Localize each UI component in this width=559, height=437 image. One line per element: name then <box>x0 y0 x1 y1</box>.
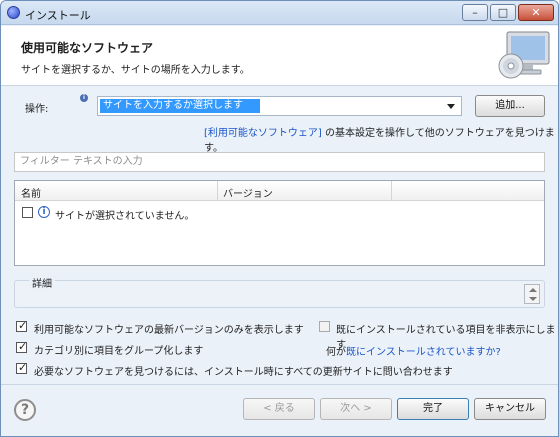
page-title: 使用可能なソフトウェア <box>21 41 154 55</box>
available-software-link[interactable]: [利用可能なソフトウェア] <box>204 128 322 139</box>
site-combo-value: サイトを入力するか選択します <box>100 99 260 113</box>
whats-installed-link[interactable]: 既にインストールされていますか? <box>346 347 501 358</box>
column-version[interactable]: バージョン <box>223 185 273 200</box>
cancel-button[interactable]: キャンセル <box>474 398 546 420</box>
whats-installed-line: 何が既にインストールされていますか? <box>326 343 501 358</box>
latest-only-checkbox[interactable] <box>16 319 27 332</box>
latest-only-label[interactable]: 利用可能なソフトウェアの最新バージョンのみを表示します <box>34 321 304 336</box>
column-name[interactable]: 名前 <box>21 185 41 200</box>
contact-sites-label[interactable]: 必要なソフトウェアを見つけるには、インストール時にすべての更新サイトに問い合わせ… <box>34 363 453 378</box>
minimize-button[interactable]: – <box>462 4 488 21</box>
finish-button[interactable]: 完了 <box>397 398 469 420</box>
table-header: 名前 バージョン <box>15 181 544 201</box>
add-site-button[interactable]: 追加... <box>475 95 545 117</box>
info-icon: i <box>80 94 88 102</box>
column-divider[interactable] <box>217 181 218 201</box>
column-divider[interactable] <box>391 181 392 201</box>
row-text: サイトが選択されていません。 <box>55 211 195 222</box>
info-icon: i <box>38 206 50 218</box>
group-category-checkbox[interactable] <box>16 340 27 353</box>
eclipse-icon <box>7 6 20 19</box>
chevron-down-icon[interactable] <box>447 104 455 109</box>
window-title: インストール <box>25 9 91 22</box>
row-checkbox[interactable] <box>22 207 33 218</box>
scroll-up-icon[interactable] <box>529 288 537 292</box>
scroll-down-icon[interactable] <box>529 297 537 301</box>
close-button[interactable]: ✕ <box>518 4 554 21</box>
hide-installed-checkbox[interactable] <box>319 321 330 332</box>
title-bar[interactable]: インストール – □ ✕ <box>1 1 558 25</box>
site-combo[interactable]: サイトを入力するか選択します <box>97 96 462 116</box>
back-button[interactable]: < 戻る <box>243 398 315 420</box>
details-title: 詳細 <box>29 275 55 290</box>
page-description: サイトを選択するか、サイトの場所を入力します。 <box>21 65 250 76</box>
maximize-button[interactable]: □ <box>490 4 516 21</box>
table-row[interactable]: i サイトが選択されていません。 <box>15 203 544 222</box>
software-table[interactable]: 名前 バージョン i サイトが選択されていません。 <box>14 180 545 266</box>
operation-label: 操作: <box>25 104 49 115</box>
install-dialog: インストール – □ ✕ 使用可能なソフトウェア サイトを選択するか、サイトの場… <box>0 0 559 437</box>
install-monitor-icon <box>498 31 550 79</box>
details-group <box>14 280 545 308</box>
filter-input[interactable]: フィルター テキストの入力 <box>14 152 545 172</box>
details-scroll[interactable] <box>524 284 540 304</box>
wizard-header: 使用可能なソフトウェア サイトを選択するか、サイトの場所を入力します。 <box>1 26 558 86</box>
group-category-label[interactable]: カテゴリ別に項目をグループ化します <box>34 342 203 357</box>
help-icon[interactable]: ? <box>14 399 36 421</box>
prefs-hint: [利用可能なソフトウェア] の基本設定を操作して他のソフトウェアを見つけます。 <box>204 124 558 154</box>
footer-separator <box>1 384 558 385</box>
whats-installed-prefix: 何が <box>326 347 346 358</box>
next-button[interactable]: 次へ > <box>320 398 392 420</box>
contact-sites-checkbox[interactable] <box>16 361 27 374</box>
